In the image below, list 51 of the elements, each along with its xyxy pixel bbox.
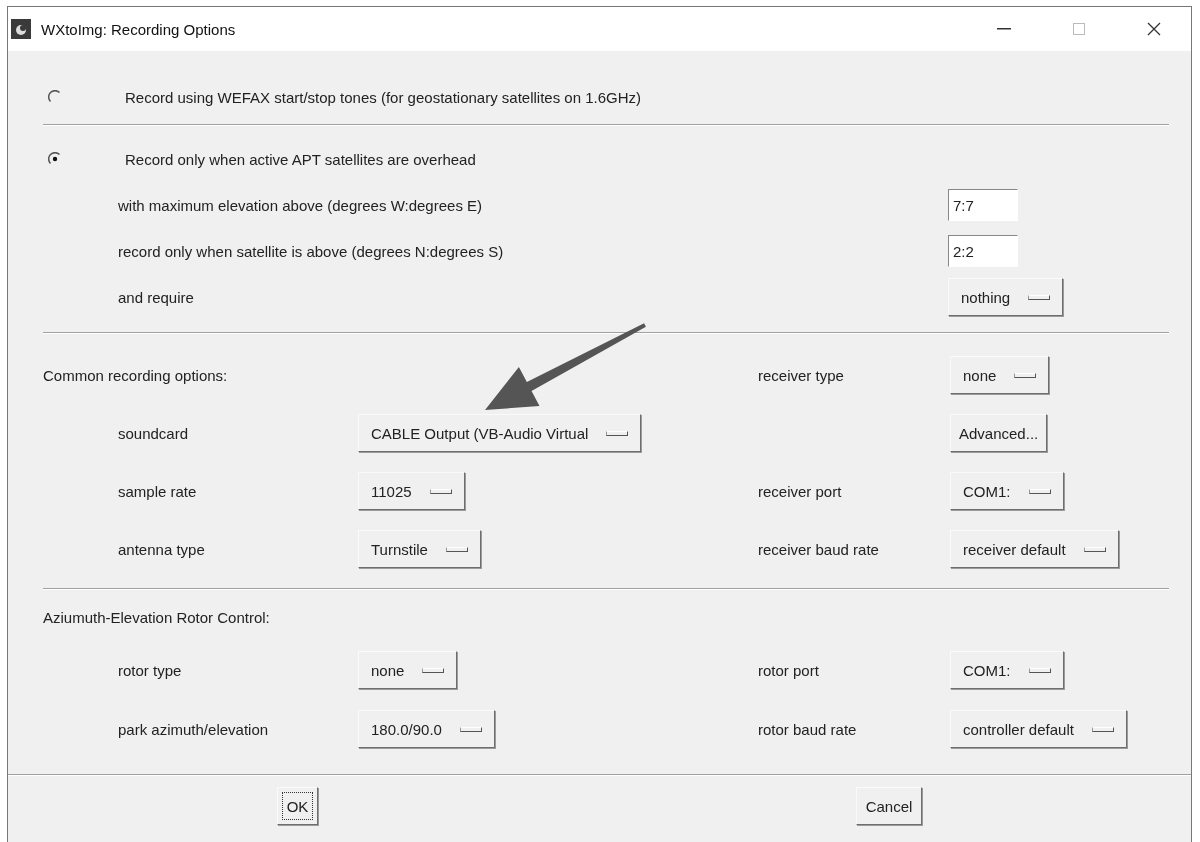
radio-button[interactable] bbox=[48, 90, 62, 104]
field-label: rotor type bbox=[118, 661, 183, 679]
option-label: Record only when active APT satellites are overhead bbox=[125, 150, 476, 168]
field-label: with maximum elevation above (degrees W:degrees E) bbox=[118, 196, 484, 214]
indicator-icon bbox=[1028, 294, 1051, 300]
field-label: receiver baud rate bbox=[758, 540, 880, 558]
indicator-icon bbox=[422, 667, 445, 673]
close-icon bbox=[1146, 22, 1161, 36]
field-label: rotor port bbox=[758, 661, 820, 679]
field-label: record only when satellite is above (degrees N:degrees S) bbox=[118, 242, 505, 260]
field-label: antenna type bbox=[118, 540, 206, 558]
app-icon bbox=[11, 19, 31, 39]
indicator-icon bbox=[1083, 546, 1106, 552]
field-label: receiver port bbox=[758, 482, 843, 500]
option-label: Record using WEFAX start/stop tones (for geostationary satellites on 1.6GHz) bbox=[125, 88, 642, 106]
indicator-icon bbox=[1014, 372, 1037, 378]
cancel-button[interactable]: Cancel bbox=[855, 787, 923, 825]
dropdown[interactable]: 180.0/90.0 bbox=[358, 710, 495, 748]
dropdown[interactable]: nothing bbox=[948, 278, 1064, 316]
window-title: WXtoImg: Recording Options bbox=[41, 20, 237, 38]
input-field[interactable]: 2:2 bbox=[948, 235, 1018, 267]
indicator-icon bbox=[445, 546, 468, 552]
field-label: park azimuth/elevation bbox=[118, 720, 270, 738]
dropdown[interactable]: receiver default bbox=[950, 530, 1119, 568]
indicator-icon bbox=[1091, 726, 1114, 732]
field-label: soundcard bbox=[118, 424, 190, 442]
indicator-icon bbox=[1028, 488, 1051, 494]
field-label: and require bbox=[118, 288, 195, 306]
indicator-icon bbox=[459, 726, 482, 732]
section-heading: Common recording options: bbox=[43, 366, 229, 384]
input-field[interactable]: 7:7 bbox=[948, 189, 1018, 221]
advanced-button[interactable]: Advanced... bbox=[950, 414, 1048, 452]
indicator-icon bbox=[606, 430, 629, 436]
dropdown[interactable]: CABLE Output (VB-Audio Virtual bbox=[358, 414, 642, 452]
dropdown[interactable]: COM1: bbox=[950, 651, 1064, 689]
ok-button[interactable]: OK bbox=[276, 787, 319, 825]
indicator-icon bbox=[1028, 667, 1051, 673]
field-label: rotor baud rate bbox=[758, 720, 858, 738]
field-label: sample rate bbox=[118, 482, 198, 500]
minimize-icon bbox=[996, 28, 1011, 30]
radio-button[interactable] bbox=[48, 152, 62, 166]
dropdown[interactable]: none bbox=[358, 651, 458, 689]
maximize-icon bbox=[1072, 23, 1085, 35]
dropdown[interactable]: Turnstile bbox=[358, 530, 481, 568]
dropdown[interactable]: 11025 bbox=[358, 472, 465, 510]
dropdown[interactable]: controller default bbox=[950, 710, 1127, 748]
indicator-icon bbox=[429, 488, 452, 494]
field-label: receiver type bbox=[758, 366, 845, 384]
section-heading: Aziumuth-Elevation Rotor Control: bbox=[43, 608, 271, 626]
dropdown[interactable]: none bbox=[950, 356, 1050, 394]
dropdown[interactable]: COM1: bbox=[950, 472, 1064, 510]
